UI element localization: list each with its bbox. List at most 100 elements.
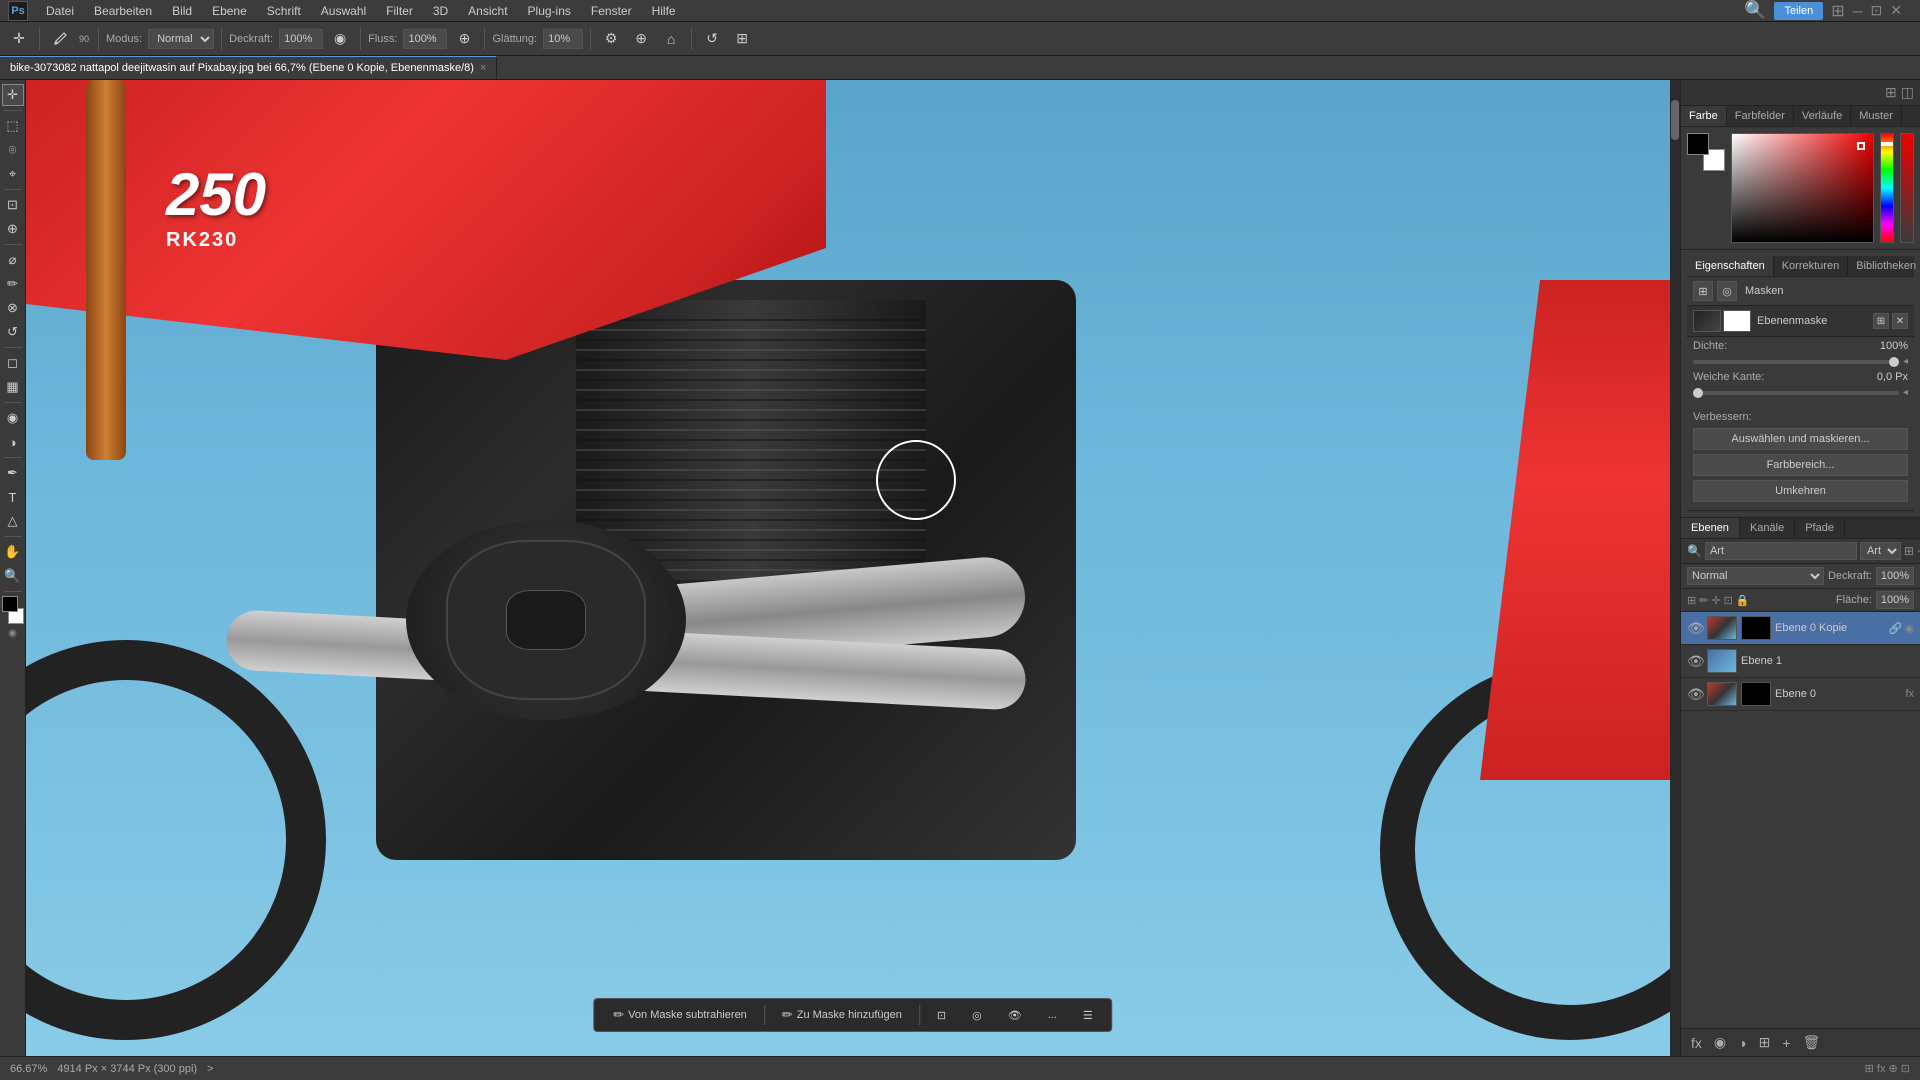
deckraft-airbrush-btn[interactable]: ◉	[327, 26, 353, 52]
vector-icon[interactable]: ◎	[1717, 281, 1737, 301]
fluss-icon-btn[interactable]: ⊕	[451, 26, 477, 52]
tool-text[interactable]: T	[2, 486, 24, 508]
color-alpha-strip[interactable]	[1900, 133, 1914, 243]
tool-move[interactable]: ✛	[2, 84, 24, 106]
subtract-mask-btn[interactable]: ✏ Von Maske subtrahieren	[604, 1003, 756, 1027]
quick-mask-btn[interactable]: ◉	[8, 628, 17, 639]
tab-eigenschaften[interactable]: Eigenschaften	[1687, 256, 1774, 276]
tool-brush[interactable]: ✏	[2, 273, 24, 295]
menu-schrift[interactable]: Schrift	[259, 2, 309, 20]
workspace-icon[interactable]: ⊞	[1831, 1, 1844, 21]
tool-gradient[interactable]: ▦	[2, 376, 24, 398]
weiche-kante-arrow[interactable]: ◂	[1903, 387, 1908, 398]
layer-vis-1[interactable]: 👁	[1687, 653, 1703, 670]
lock-artboard-icon[interactable]: ⊡	[1724, 594, 1733, 607]
auswaehlen-maskieren-btn[interactable]: Auswählen und maskieren...	[1693, 428, 1908, 450]
tab-pfade[interactable]: Pfade	[1795, 518, 1845, 538]
layers-kind-select[interactable]: Art	[1860, 542, 1901, 560]
fg-color-swatch[interactable]	[2, 596, 18, 612]
layer-vis-0kopie[interactable]: 👁	[1687, 620, 1703, 637]
panel-icon-history[interactable]: ◫	[1901, 84, 1914, 101]
main-tab[interactable]: bike-3073082 nattapol deejitwasin auf Pi…	[0, 56, 497, 79]
layer-item-1[interactable]: 👁 Ebene 1	[1681, 645, 1920, 678]
tool-shape[interactable]: △	[2, 510, 24, 532]
menu-hilfe[interactable]: Hilfe	[644, 2, 684, 20]
window-close-icon[interactable]: ✕	[1890, 2, 1902, 19]
glattung-input[interactable]	[543, 29, 583, 49]
tool-pen[interactable]: ✒	[2, 462, 24, 484]
tab-korrekturen[interactable]: Korrekturen	[1774, 256, 1848, 276]
farbbereich-btn[interactable]: Farbbereich...	[1693, 454, 1908, 476]
tab-kanaele[interactable]: Kanäle	[1740, 518, 1795, 538]
mask-options-btn1[interactable]: ⊡	[928, 1005, 955, 1026]
layer-item-0kopie[interactable]: 👁 Ebene 0 Kopie 🔗 ◉	[1681, 612, 1920, 645]
angle-btn[interactable]: ⊕	[628, 26, 654, 52]
mask-options-btn3[interactable]: 👁	[999, 1005, 1031, 1026]
modus-select[interactable]: Normal	[148, 29, 214, 49]
dichte-slider[interactable]	[1693, 360, 1899, 364]
tab-bibliotheken[interactable]: Bibliotheken	[1848, 256, 1920, 276]
settings-btn[interactable]: ⚙	[598, 26, 624, 52]
options-btn[interactable]: ☰	[1074, 1005, 1102, 1026]
menu-bearbeiten[interactable]: Bearbeiten	[86, 2, 160, 20]
layer-adjustment-btn[interactable]: ◑	[1734, 1033, 1750, 1053]
tool-marquee[interactable]: ⬚	[2, 115, 24, 137]
ebenenmaske-icon2[interactable]: ✕	[1892, 313, 1908, 329]
menu-ebene[interactable]: Ebene	[204, 2, 255, 20]
menu-filter[interactable]: Filter	[378, 2, 421, 20]
layer-group-btn[interactable]: ⊞	[1755, 1032, 1775, 1053]
tool-history-brush[interactable]: ↺	[2, 321, 24, 343]
menu-bild[interactable]: Bild	[164, 2, 200, 20]
window-restore-icon[interactable]: ⊡	[1871, 2, 1883, 19]
lock-position-icon[interactable]: ✛	[1711, 594, 1720, 607]
canvas-area[interactable]: 250 RK230	[26, 80, 1680, 1056]
tool-eyedropper[interactable]: ⊕	[2, 218, 24, 240]
tab-verlaeufe[interactable]: Verläufe	[1794, 106, 1851, 126]
menu-plugins[interactable]: Plug-ins	[520, 2, 579, 20]
layer-mode-select[interactable]: Normal	[1687, 567, 1824, 585]
extra-btn[interactable]: ⊞	[729, 26, 755, 52]
tab-farbfelder[interactable]: Farbfelder	[1727, 106, 1794, 126]
lock-all-icon[interactable]: 🔒	[1736, 594, 1750, 607]
teilen-button[interactable]: Teilen	[1774, 2, 1823, 20]
weiche-kante-slider[interactable]	[1693, 391, 1899, 395]
app-logo[interactable]: Ps	[8, 1, 28, 21]
layer-item-0[interactable]: 👁 Ebene 0 fx	[1681, 678, 1920, 711]
tool-wand[interactable]: ⌖	[2, 163, 24, 185]
tab-muster[interactable]: Muster	[1851, 106, 1902, 126]
color-gradient-picker[interactable]	[1731, 133, 1874, 243]
tool-eraser[interactable]: ◻	[2, 352, 24, 374]
tool-move-btn[interactable]: ✛	[6, 26, 32, 52]
deckraft-input[interactable]	[279, 29, 323, 49]
symmetry-btn[interactable]: ⌂	[658, 26, 684, 52]
dichte-arrow[interactable]: ◂	[1903, 356, 1908, 367]
new-group-icon[interactable]: ⊞	[1904, 544, 1914, 558]
menu-datei[interactable]: Datei	[38, 2, 82, 20]
scrollbar-thumb[interactable]	[1671, 100, 1679, 140]
layer-new-btn[interactable]: +	[1778, 1033, 1794, 1053]
panel-icon-layers[interactable]: ⊞	[1885, 84, 1897, 101]
tool-brush-btn[interactable]	[47, 26, 73, 52]
more-btn[interactable]: ...	[1039, 1005, 1066, 1025]
tool-crop[interactable]: ⊡	[2, 194, 24, 216]
deckraft-layers-input[interactable]	[1876, 567, 1914, 585]
mask-options-btn2[interactable]: ◎	[963, 1005, 991, 1026]
ebenenmaske-icon1[interactable]: ⊞	[1873, 313, 1889, 329]
layer-style-btn[interactable]: fx	[1687, 1033, 1706, 1053]
tool-blur[interactable]: ◉	[2, 407, 24, 429]
lock-transparent-icon[interactable]: ⊞	[1687, 594, 1696, 607]
tool-heal[interactable]: ⌀	[2, 249, 24, 271]
menu-3d[interactable]: 3D	[425, 2, 456, 20]
add-mask-btn[interactable]: ✏ Zu Maske hinzufügen	[773, 1003, 911, 1027]
tool-zoom[interactable]: 🔍	[2, 565, 24, 587]
tool-lasso[interactable]: ⌾	[2, 139, 24, 161]
tool-clone[interactable]: ⊗	[2, 297, 24, 319]
vertical-scrollbar[interactable]	[1670, 80, 1680, 1056]
layer-mask-btn[interactable]: ◉	[1710, 1032, 1730, 1053]
umkehren-btn[interactable]: Umkehren	[1693, 480, 1908, 502]
tab-close-btn[interactable]: ×	[480, 62, 486, 74]
tool-dodge[interactable]: ◑	[2, 431, 24, 453]
search-icon[interactable]: 🔍	[1744, 0, 1766, 21]
window-minimize-icon[interactable]: ─	[1853, 3, 1863, 19]
layers-search-input[interactable]	[1705, 542, 1857, 560]
